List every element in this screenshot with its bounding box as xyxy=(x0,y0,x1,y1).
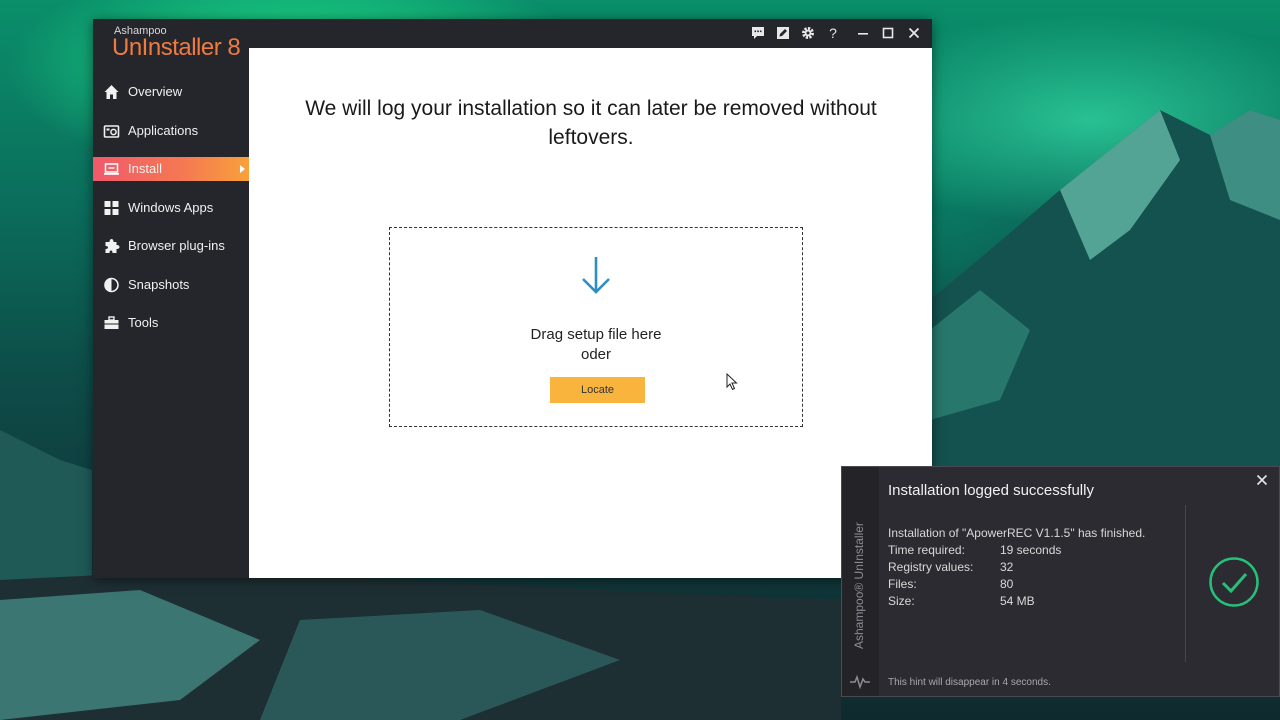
mouse-cursor-icon xyxy=(726,373,738,391)
feedback-icon[interactable] xyxy=(749,24,767,42)
stat-key: Size: xyxy=(888,594,915,608)
notification-divider xyxy=(1185,505,1186,662)
stat-row: Registry values: 32 xyxy=(888,560,1178,577)
stat-row: Files: 80 xyxy=(888,577,1178,594)
applications-icon xyxy=(103,125,120,138)
notification-title: Installation logged successfully xyxy=(888,482,1094,499)
success-check-icon xyxy=(1209,557,1259,607)
minimize-icon[interactable] xyxy=(854,24,872,42)
sidebar-item-label: Applications xyxy=(128,123,199,138)
sidebar: Ashampoo UnInstaller 8 Overview Applicat… xyxy=(93,19,249,578)
download-arrow-icon xyxy=(582,257,610,294)
sidebar-item-label: Overview xyxy=(128,84,183,99)
notification-close-icon[interactable] xyxy=(1255,474,1269,488)
stat-value: 32 xyxy=(1000,560,1014,574)
notification-hint: This hint will disappear in 4 seconds. xyxy=(888,677,1051,688)
brand-logo: UnInstaller 8 xyxy=(112,34,241,61)
windows-tiles-icon xyxy=(104,201,119,215)
setup-file-dropzone[interactable]: Drag setup file here oder Locate xyxy=(389,227,803,427)
sidebar-item-browser-plugins[interactable]: Browser plug-ins xyxy=(93,234,249,258)
notification-rail: Ashampoo® UnInstaller xyxy=(842,467,879,696)
drop-or-text: oder xyxy=(580,346,612,363)
home-icon xyxy=(104,85,119,99)
puzzle-icon xyxy=(105,239,120,253)
close-icon[interactable] xyxy=(905,24,923,42)
sidebar-item-label: Snapshots xyxy=(128,277,190,292)
app-window: Ashampoo UnInstaller 8 Overview Applicat… xyxy=(93,19,932,578)
stat-key: Files: xyxy=(888,577,917,591)
sidebar-item-label: Tools xyxy=(128,315,159,330)
gear-icon[interactable] xyxy=(799,24,817,42)
sidebar-item-label: Windows Apps xyxy=(128,200,214,215)
sidebar-item-applications[interactable]: Applications xyxy=(93,119,249,143)
sidebar-item-tools[interactable]: Tools xyxy=(93,311,249,335)
stat-value: 19 seconds xyxy=(1000,543,1062,557)
pulse-icon xyxy=(850,675,870,689)
maximize-icon[interactable] xyxy=(879,24,897,42)
notification-brand: Ashampoo® UnInstaller xyxy=(852,522,866,649)
edit-icon[interactable] xyxy=(774,24,792,42)
help-icon[interactable]: ? xyxy=(824,24,842,42)
success-notification: Ashampoo® UnInstaller Installation logge… xyxy=(841,466,1280,697)
install-icon xyxy=(104,163,119,175)
sidebar-item-install[interactable]: Install xyxy=(93,157,249,181)
snapshot-icon xyxy=(104,277,119,293)
toolbox-icon xyxy=(104,316,119,329)
sidebar-item-overview[interactable]: Overview xyxy=(93,80,249,104)
notification-message: Installation of "ApowerREC V1.1.5" has f… xyxy=(888,526,1146,540)
stat-value: 54 MB xyxy=(1000,594,1035,608)
drop-instruction: Drag setup file here xyxy=(530,326,662,343)
stat-row: Size: 54 MB xyxy=(888,594,1178,611)
sidebar-item-label: Browser plug-ins xyxy=(128,238,225,253)
sidebar-item-windows-apps[interactable]: Windows Apps xyxy=(93,196,249,220)
stat-key: Registry values: xyxy=(888,560,974,574)
active-indicator-icon xyxy=(240,165,245,173)
sidebar-item-snapshots[interactable]: Snapshots xyxy=(93,273,249,297)
page-headline: We will log your installation so it can … xyxy=(305,97,877,149)
stat-value: 80 xyxy=(1000,577,1014,591)
stat-key: Time required: xyxy=(888,543,965,557)
locate-button[interactable]: Locate xyxy=(550,377,645,403)
stat-row: Time required: 19 seconds xyxy=(888,543,1178,560)
title-bar: ? xyxy=(249,19,932,48)
sidebar-item-label: Install xyxy=(128,161,162,176)
